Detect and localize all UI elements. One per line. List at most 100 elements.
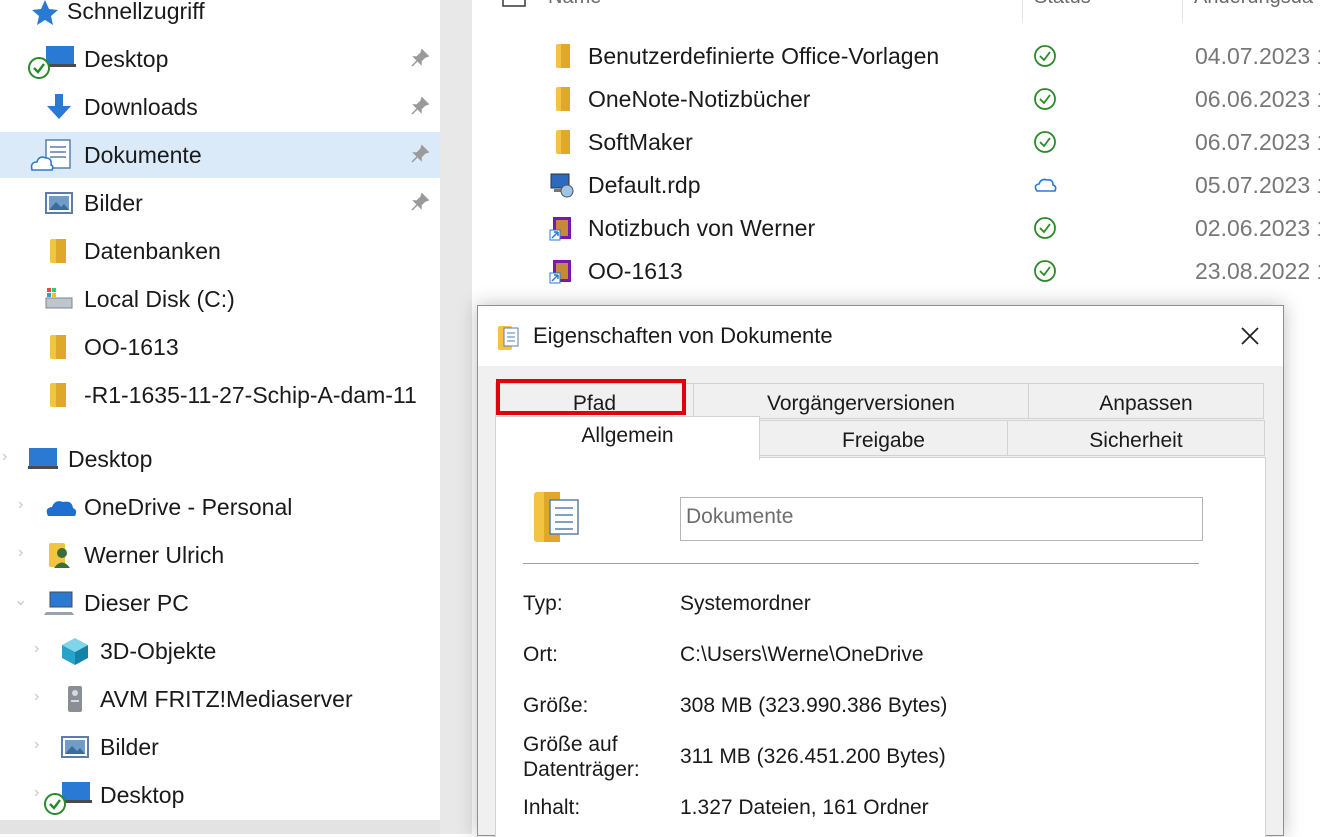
file-row[interactable]: SoftMaker 06.07.2023 1 (472, 121, 1320, 164)
pane-splitter[interactable] (440, 0, 472, 834)
folder-icon (50, 383, 66, 407)
chevron-right-icon[interactable]: › (34, 640, 39, 658)
chevron-right-icon[interactable]: › (34, 784, 39, 802)
documents-cloud-icon (30, 139, 71, 171)
file-date: 05.07.2023 1 (1195, 172, 1320, 198)
nav-item-documents[interactable]: Dokumente (0, 132, 440, 178)
tab-vorgaengerversionen[interactable]: Vorgängerversionen (693, 383, 1029, 419)
nav-item-datenbanken[interactable]: Datenbanken (0, 228, 440, 274)
chevron-right-icon[interactable]: › (34, 736, 39, 754)
folder-name-field[interactable]: Dokumente (680, 497, 1203, 541)
file-row[interactable]: OO-1613 23.08.2022 1 (472, 250, 1320, 293)
nav-label: AVM FRITZ!Mediaserver (100, 686, 353, 712)
prop-value-ort: C:\Users\Werne\OneDrive (680, 643, 924, 666)
tab-label: Anpassen (1099, 392, 1193, 415)
tab-label: Vorgängerversionen (767, 392, 955, 415)
pictures-icon (45, 192, 73, 214)
tree-item-3d-objects[interactable]: › 3D-Objekte (0, 628, 440, 674)
folder-icon (556, 44, 570, 68)
download-arrow-icon (47, 94, 71, 119)
scroll-edge (0, 820, 440, 834)
nav-item-oo-1613[interactable]: OO-1613 (0, 324, 440, 370)
prop-label-typ: Typ: (523, 592, 563, 615)
tab-freigabe[interactable]: Freigabe (759, 420, 1008, 456)
nav-label: Dokumente (84, 142, 202, 168)
prop-value-groesse-auf-datentraeger: 311 MB (326.451.200 Bytes) (680, 745, 946, 768)
nav-label: OO-1613 (84, 334, 179, 360)
computer-icon (44, 591, 74, 615)
dialog-title: Eigenschaften von Dokumente (533, 323, 833, 348)
chevron-right-icon[interactable]: › (18, 544, 23, 562)
chevron-right-icon[interactable]: › (34, 688, 39, 706)
tree-item-desktop-synced[interactable]: › Desktop (0, 772, 440, 818)
documents-folder-icon (498, 326, 519, 350)
documents-folder-icon (534, 492, 579, 542)
tree-item-user[interactable]: › Werner Ulrich (0, 532, 440, 578)
column-header-status[interactable]: Status (1034, 0, 1091, 9)
nav-item-pictures[interactable]: Bilder (0, 180, 440, 226)
nav-label: Desktop (84, 46, 169, 72)
dialog-titlebar[interactable]: Eigenschaften von Dokumente (478, 306, 1283, 366)
onedrive-cloud-icon (46, 501, 77, 516)
column-divider[interactable] (1182, 0, 1183, 22)
nav-label: Datenbanken (84, 238, 221, 264)
pin-icon[interactable] (410, 96, 430, 116)
select-all-checkbox[interactable] (502, 0, 528, 8)
file-row[interactable]: Benutzerdefinierte Office-Vorlagen 04.07… (472, 35, 1320, 78)
file-date: 02.06.2023 1 (1195, 215, 1320, 241)
chevron-right-icon[interactable]: › (18, 496, 23, 514)
tab-sicherheit[interactable]: Sicherheit (1007, 420, 1265, 456)
chevron-right-icon[interactable]: › (2, 448, 7, 466)
column-header-modified[interactable]: Änderungsda (1194, 0, 1313, 9)
file-row[interactable]: Notizbuch von Werner 02.06.2023 1 (472, 207, 1320, 250)
tab-anpassen[interactable]: Anpassen (1028, 383, 1264, 419)
nav-label: Werner Ulrich (84, 542, 225, 568)
cloud-icon (1034, 178, 1057, 192)
pin-icon[interactable] (410, 48, 430, 68)
desktop-synced-icon (28, 46, 76, 79)
nav-label: Local Disk (C:) (84, 286, 235, 312)
nav-item-r1-folder[interactable]: -R1-1635-11-27-Schip-A-dam-11 (0, 372, 440, 418)
tree-item-pictures[interactable]: › Bilder (0, 724, 440, 770)
close-icon[interactable] (1234, 320, 1266, 352)
file-name: Notizbuch von Werner (588, 215, 816, 241)
file-name: Benutzerdefinierte Office-Vorlagen (588, 43, 940, 69)
divider (523, 563, 1199, 564)
synced-check-icon (1034, 131, 1056, 153)
file-name: Default.rdp (588, 172, 701, 198)
nav-label: Schnellzugriff (67, 0, 205, 24)
synced-check-icon (1034, 260, 1056, 282)
prop-value-groesse: 308 MB (323.990.386 Bytes) (680, 694, 948, 717)
folder-icon (50, 335, 66, 359)
file-row[interactable]: OneNote-Notizbücher 06.06.2023 1 (472, 78, 1320, 121)
column-divider[interactable] (1022, 0, 1023, 22)
tree-item-this-pc[interactable]: ⌄ Dieser PC (0, 580, 440, 626)
file-row[interactable]: Default.rdp 05.07.2023 1 (472, 164, 1320, 207)
nav-item-quick-access[interactable]: Schnellzugriff (0, 0, 440, 34)
user-folder-icon (49, 543, 70, 568)
nav-item-local-disk[interactable]: Local Disk (C:) (0, 276, 440, 322)
file-date: 06.06.2023 1 (1195, 86, 1320, 112)
navigation-pane: Schnellzugriff Desktop Downloads Dokumen… (0, 0, 440, 834)
tree-item-mediaserver[interactable]: › AVM FRITZ!Mediaserver (0, 676, 440, 722)
desktop-synced-icon (44, 782, 92, 815)
synced-check-icon (1034, 217, 1056, 239)
tree-item-onedrive[interactable]: › OneDrive - Personal (0, 484, 440, 530)
file-name: OO-1613 (588, 258, 683, 284)
pin-icon[interactable] (410, 192, 430, 212)
file-name: OneNote-Notizbücher (588, 86, 811, 112)
pin-icon[interactable] (410, 144, 430, 164)
prop-label-groesse: Größe: (523, 694, 589, 717)
column-header-name[interactable]: Name (548, 0, 601, 9)
tab-allgemein[interactable]: Allgemein (495, 416, 760, 460)
nav-item-downloads[interactable]: Downloads (0, 84, 440, 130)
folder-icon (556, 87, 570, 111)
file-list: Name Status Änderungsda Benutzerdefinier… (472, 0, 1320, 300)
media-server-icon (68, 686, 82, 712)
chevron-down-icon[interactable]: ⌄ (14, 590, 27, 610)
nav-label: Bilder (84, 190, 143, 216)
pictures-icon (61, 736, 89, 758)
nav-item-desktop[interactable]: Desktop (0, 36, 440, 82)
tree-item-desktop[interactable]: › Desktop (0, 436, 440, 482)
synced-check-icon (1034, 45, 1056, 67)
